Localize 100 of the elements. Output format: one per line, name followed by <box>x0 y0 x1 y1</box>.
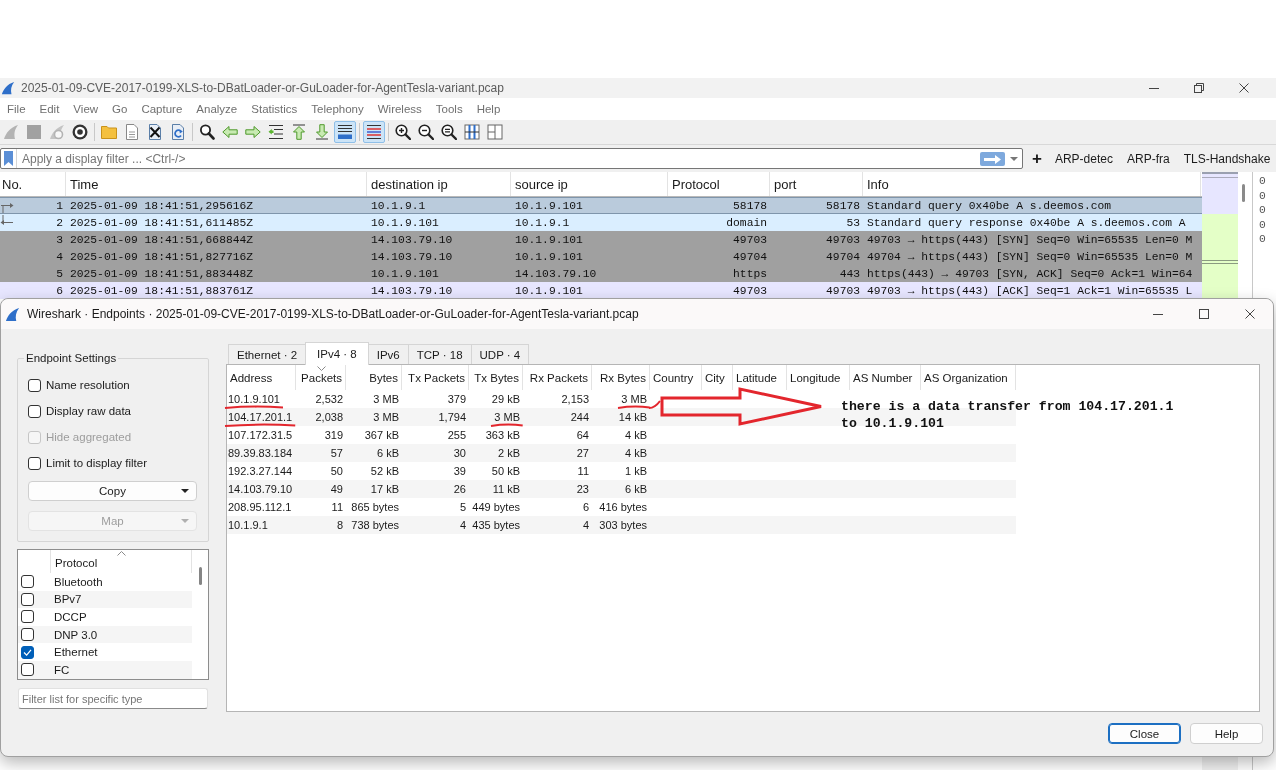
menu-item[interactable]: Statistics <box>244 103 305 115</box>
checkbox[interactable] <box>21 628 34 642</box>
packet-row[interactable]: 2 2025-01-09 18:41:51,611485Z 10.1.9.101 10.1.9.1 domain 53 Standard query response 0x40be A s.deemos.com A <box>0 214 1202 231</box>
checkbox[interactable] <box>28 456 41 470</box>
table-cell: 11 <box>331 501 343 513</box>
column-header[interactable]: AS Organization <box>924 371 1008 384</box>
table-cell: 50 <box>330 465 343 477</box>
table-cell: 6 kB <box>377 447 399 459</box>
menu-item[interactable]: Help <box>469 103 508 115</box>
column-header[interactable]: Protocol <box>668 172 770 196</box>
column-header[interactable]: port <box>770 172 863 196</box>
tab[interactable]: IPv4 · 8 <box>305 342 369 365</box>
table-cell-text: 14.103.79.10 <box>514 267 598 280</box>
shark-fin-icon <box>5 306 20 322</box>
toolbar-button[interactable] <box>334 121 356 143</box>
packet-row[interactable]: 3 2025-01-09 18:41:51,668844Z 14.103.79.10 10.1.9.101 49703 49703 49703 → https(443) [SYN] Seq=0 Win=65535 Len=0 M <box>0 231 1202 248</box>
menu-item[interactable]: Telephony <box>304 103 371 115</box>
protocol-label: Ethernet <box>54 646 98 659</box>
table-cell: 14.103.79.10 <box>228 483 293 495</box>
column-header[interactable]: Packets <box>301 371 342 384</box>
table-cell: 57 <box>330 447 343 459</box>
bytes-pane-text: 0 <box>1259 232 1266 247</box>
column-header[interactable]: Latitude <box>736 371 777 384</box>
column-header[interactable]: Rx Packets <box>529 371 588 384</box>
column-header[interactable]: Rx Bytes <box>600 371 646 384</box>
table-cell: 4 <box>459 519 466 531</box>
search-icon <box>199 124 215 140</box>
column-header[interactable]: Bytes <box>369 371 398 384</box>
table-cell: 89.39.83.184 <box>228 447 293 459</box>
menu-item[interactable]: Edit <box>32 103 67 115</box>
table-cell: 64 <box>576 429 589 441</box>
table-cell: 2,532 <box>315 393 343 405</box>
checkbox[interactable] <box>28 378 41 392</box>
toolbar-button[interactable] <box>363 121 385 143</box>
display-filter-field[interactable]: Apply a display filter ... <Ctrl-/> <box>0 148 1023 169</box>
toolbar-button[interactable] <box>392 121 414 143</box>
table-cell: 192.3.27.144 <box>228 465 293 477</box>
apply-filter-button[interactable] <box>980 152 1005 166</box>
column-header[interactable]: AS Number <box>853 371 913 384</box>
dialog-button[interactable]: Close <box>1108 723 1181 744</box>
add-filter-button[interactable]: + <box>1026 148 1048 169</box>
column-header[interactable]: Time <box>66 172 367 196</box>
column-header[interactable]: destination ip <box>367 172 511 196</box>
packet-row[interactable]: 5 2025-01-09 18:41:51,883448Z 10.1.9.101 14.103.79.10 https 443 https(443) → 49703 [SYN, ACK] Seq=0 Ack=1 Win=64 <box>0 265 1202 282</box>
table-cell-text: 10.1.9.101 <box>370 216 440 229</box>
filter-button[interactable]: ARP-detec <box>1047 151 1120 166</box>
protocol-label: Bluetooth <box>54 575 103 588</box>
column-header[interactable]: Protocol <box>55 557 98 569</box>
colored-lines-icon <box>366 124 382 140</box>
checkbox[interactable] <box>21 575 34 589</box>
tab[interactable]: UDP · 4 <box>470 344 530 364</box>
scrollbar-thumb[interactable] <box>1242 184 1245 202</box>
packet-row[interactable]: 1 2025-01-09 18:41:51,295616Z 10.1.9.1 10.1.9.101 58178 58178 Standard query 0x40be A s.deemos.com <box>0 197 1202 214</box>
table-cell-text: 58178 <box>825 199 861 212</box>
column-header[interactable]: City <box>705 371 725 384</box>
table-cell-text: 2025-01-09 18:41:51,611485Z <box>69 216 255 229</box>
menu-item[interactable]: Tools <box>428 103 470 115</box>
menu-item[interactable]: Analyze <box>189 103 245 115</box>
table-cell: 14 kB <box>618 411 647 423</box>
menu-item[interactable]: Capture <box>134 103 190 115</box>
table-cell-text: 10.1.9.1 <box>370 199 427 212</box>
scrollbar-thumb[interactable] <box>198 567 202 585</box>
filter-field[interactable]: Filter list for specific type <box>18 688 208 709</box>
packet-row[interactable]: 4 2025-01-09 18:41:51,827716Z 14.103.79.10 10.1.9.101 49704 49704 49704 → https(443) [SYN] Seq=0 Win=65535 Len=0 M <box>0 248 1202 265</box>
arrow-up-icon <box>291 124 307 140</box>
dialog-button[interactable]: Help <box>1190 723 1263 744</box>
zoom-out-icon <box>418 124 434 140</box>
caret-down-icon <box>1010 156 1018 161</box>
table-cell: 52 kB <box>370 465 399 477</box>
checkbox[interactable] <box>28 404 41 418</box>
menu-item[interactable]: View <box>66 103 106 115</box>
group-title: Endpoint Settings <box>25 351 118 365</box>
filter-button[interactable]: ARP-fra <box>1119 151 1177 166</box>
table-cell-text: domain <box>725 216 768 229</box>
checkbox[interactable] <box>21 610 34 624</box>
bookmark-button[interactable] <box>1 149 17 168</box>
table-cell: 244 <box>570 411 589 423</box>
column-header[interactable]: Info <box>863 172 1201 196</box>
caret-down-icon <box>181 489 189 493</box>
column-header[interactable]: Tx Bytes <box>474 371 519 384</box>
column-header[interactable]: Tx Packets <box>408 371 465 384</box>
checkbox[interactable] <box>21 592 34 606</box>
column-header[interactable]: Longitude <box>790 371 841 384</box>
column-header[interactable]: Country <box>653 371 694 384</box>
table-cell: 29 kB <box>491 393 520 405</box>
menu-item[interactable]: Go <box>105 103 135 115</box>
column-header[interactable]: Address <box>230 371 273 384</box>
checkbox[interactable] <box>21 663 34 677</box>
column-header[interactable]: No. <box>0 172 66 196</box>
table-cell-text: Standard query response 0x40be A s.deemos.com A <box>866 216 1187 229</box>
tab[interactable]: Ethernet · 2 <box>228 344 307 364</box>
menu-item[interactable]: Wireless <box>370 103 429 115</box>
checkbox[interactable] <box>21 645 34 659</box>
menu-item[interactable]: File <box>0 103 33 115</box>
table-cell: 1 kB <box>625 465 647 477</box>
dropdown-button[interactable]: Copy <box>28 481 197 501</box>
column-header[interactable]: source ip <box>511 172 668 196</box>
filter-button[interactable]: TLS-Handshake <box>1176 151 1276 166</box>
toolbar-button[interactable] <box>438 121 460 143</box>
toolbar-button[interactable] <box>415 121 437 143</box>
